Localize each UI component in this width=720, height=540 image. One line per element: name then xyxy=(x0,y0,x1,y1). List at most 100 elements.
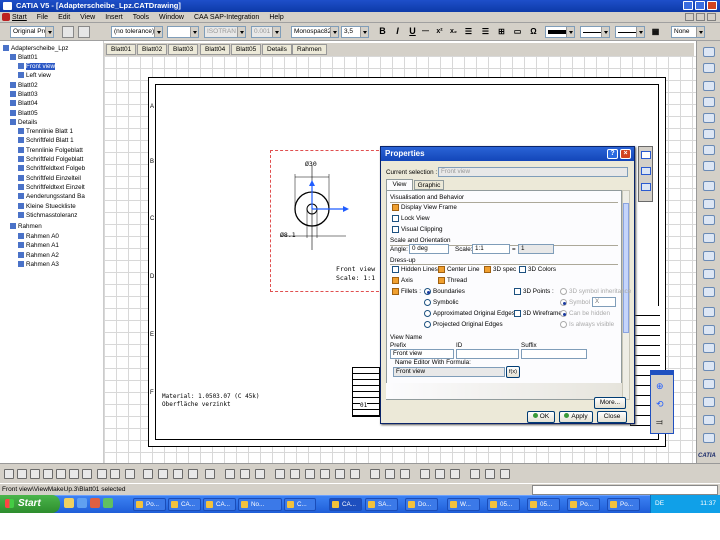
analysis-icon[interactable] xyxy=(158,469,168,479)
select-icon[interactable] xyxy=(703,47,715,57)
tree-item-rahmen-a3[interactable]: Rahmen A3 xyxy=(18,261,59,269)
balloon-icon[interactable] xyxy=(703,397,715,407)
tree-item-blatt05[interactable]: Blatt05 xyxy=(10,110,38,118)
taskbar-item[interactable]: SA... xyxy=(365,498,398,511)
hidden-lines-checkbox[interactable] xyxy=(392,266,399,273)
color-combo[interactable] xyxy=(545,26,575,38)
tree-item-detail[interactable]: Schriftfeldtext Folgeb xyxy=(18,165,85,173)
tab-details[interactable]: Details xyxy=(262,44,292,55)
subscript-icon[interactable]: x₂ xyxy=(448,26,459,37)
anchor-point-icon[interactable]: ⊞ xyxy=(496,26,507,37)
rotate-icon[interactable]: ⟲ xyxy=(656,399,668,409)
tolerance-value-combo[interactable] xyxy=(167,26,199,38)
language-indicator[interactable]: DE xyxy=(655,500,664,507)
point-icon[interactable] xyxy=(703,181,715,191)
visual-clipping-checkbox[interactable] xyxy=(392,226,399,233)
menu-start[interactable]: Start xyxy=(12,14,27,21)
undo-icon[interactable] xyxy=(97,469,107,479)
render-icon[interactable] xyxy=(400,469,410,479)
tree-root[interactable]: Adapterscheibe_Lpz xyxy=(3,45,68,53)
tree-item-blatt03[interactable]: Blatt03 xyxy=(10,91,38,99)
linetype-combo[interactable] xyxy=(580,26,610,38)
angle-input[interactable]: 0 deg xyxy=(409,244,449,254)
save-icon[interactable] xyxy=(30,469,40,479)
menu-caa-sap[interactable]: CAA SAP-Integration xyxy=(194,14,259,21)
zoom-out-icon[interactable] xyxy=(335,469,345,479)
doc-close-button[interactable] xyxy=(707,13,716,21)
formula-button[interactable]: f(x) xyxy=(506,366,520,378)
sheet-view-icon[interactable] xyxy=(641,183,651,191)
constraint-icon[interactable] xyxy=(173,469,183,479)
symbolic-radio[interactable] xyxy=(424,299,431,306)
tree-item-blatt04[interactable]: Blatt04 xyxy=(10,100,38,108)
pan-icon[interactable] xyxy=(305,469,315,479)
axis-icon[interactable] xyxy=(703,287,715,297)
tab-view[interactable]: View xyxy=(386,179,413,190)
taskbar-item[interactable]: 05... xyxy=(527,498,560,511)
view-creation-icon[interactable] xyxy=(703,63,715,73)
display-view-frame-checkbox[interactable] xyxy=(392,204,399,211)
tree-item-detail[interactable]: Schriftfeld Blatt 1 xyxy=(18,137,74,145)
symmetry-icon[interactable] xyxy=(703,215,715,225)
close-button[interactable] xyxy=(707,1,717,10)
sap-download-icon[interactable] xyxy=(450,469,460,479)
tree-item-detail[interactable]: Schriftfeld Folgeblatt xyxy=(18,156,83,164)
superscript-icon[interactable]: x² xyxy=(434,26,445,37)
show-constraints-icon[interactable] xyxy=(205,469,215,479)
doc-restore-button[interactable] xyxy=(696,13,705,21)
tree-item-rahmen-a0[interactable]: Rahmen A0 xyxy=(18,233,59,241)
arrow-icon[interactable] xyxy=(703,269,715,279)
pattern-icon[interactable]: ▦ xyxy=(650,26,661,37)
menu-insert[interactable]: Insert xyxy=(105,14,123,21)
quick-launch-icon[interactable] xyxy=(103,498,113,508)
position-icon[interactable]: ⊕ xyxy=(656,381,668,391)
taskbar-item[interactable]: C... xyxy=(284,498,316,511)
table-icon[interactable] xyxy=(703,251,715,261)
menu-window[interactable]: Window xyxy=(159,14,184,21)
scale-input[interactable]: 1:1 xyxy=(472,244,510,254)
scrollbar-thumb[interactable] xyxy=(623,203,629,333)
minimize-button[interactable] xyxy=(683,1,693,10)
paste-icon[interactable] xyxy=(82,469,92,479)
tab-blatt03[interactable]: Blatt03 xyxy=(168,44,199,55)
zoom-in-icon[interactable] xyxy=(320,469,330,479)
dress-up-icon[interactable] xyxy=(703,307,715,317)
annotation-icon[interactable] xyxy=(703,97,715,107)
sheet-update-icon[interactable] xyxy=(225,469,235,479)
snap-grid-icon[interactable] xyxy=(143,469,153,479)
text-icon[interactable] xyxy=(703,233,715,243)
tab-graphic[interactable]: Graphic xyxy=(414,180,444,190)
maximize-button[interactable] xyxy=(695,1,705,10)
tree-item-detail[interactable]: Trennlinie Folgeblatt xyxy=(18,147,83,155)
fillets-checkbox[interactable] xyxy=(392,288,399,295)
swap-space-icon[interactable] xyxy=(385,469,395,479)
taskbar-item[interactable]: CA... xyxy=(168,498,201,511)
circle-icon[interactable] xyxy=(703,129,715,139)
quick-launch-icon[interactable] xyxy=(64,498,74,508)
tree-item-rahmen[interactable]: Rahmen xyxy=(10,223,42,231)
trim-icon[interactable] xyxy=(703,199,715,209)
strikethrough-button[interactable]: ― xyxy=(420,26,431,37)
tab-blatt04[interactable]: Blatt04 xyxy=(200,44,231,55)
tolerance-combo[interactable]: (no tolerance) xyxy=(111,26,163,38)
dialog-close-icon[interactable]: × xyxy=(620,149,631,159)
always-visible-radio[interactable] xyxy=(560,321,567,328)
quick-launch-icon[interactable] xyxy=(90,498,100,508)
insert-symbol-icon[interactable]: Ω xyxy=(528,26,539,37)
taskbar-item[interactable]: CA... xyxy=(203,498,236,511)
quick-launch-icon[interactable] xyxy=(77,498,87,508)
front-view-geometry[interactable] xyxy=(270,150,385,265)
tree-item-detail[interactable]: Aenderungsstand Ba xyxy=(18,193,85,201)
center-line-checkbox[interactable] xyxy=(438,266,445,273)
print-icon[interactable] xyxy=(43,469,53,479)
text-template-icon[interactable] xyxy=(470,469,480,479)
fit-all-icon[interactable] xyxy=(290,469,300,479)
symbol-combo[interactable]: X xyxy=(592,297,616,307)
whats-this-icon[interactable] xyxy=(125,469,135,479)
menu-file[interactable]: File xyxy=(37,14,48,21)
bold-button[interactable]: B xyxy=(377,26,388,37)
tree-item-detail[interactable]: Trennlinie Blatt 1 xyxy=(18,128,73,136)
tree-item-rahmen-a1[interactable]: Rahmen A1 xyxy=(18,242,59,250)
tree-item-blatt02[interactable]: Blatt02 xyxy=(10,82,38,90)
align-center-icon[interactable]: ☰ xyxy=(480,26,491,37)
